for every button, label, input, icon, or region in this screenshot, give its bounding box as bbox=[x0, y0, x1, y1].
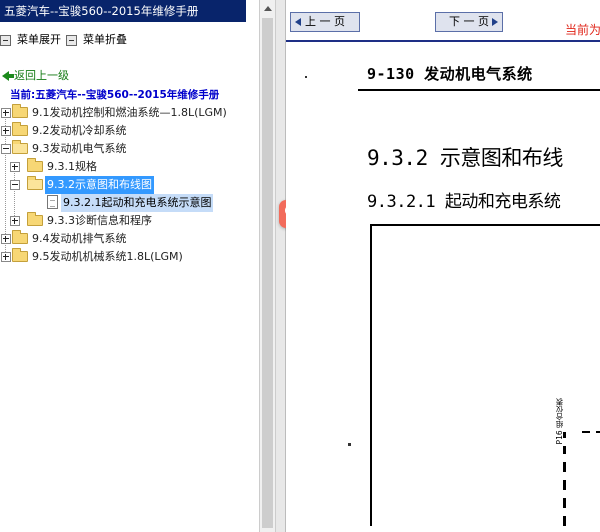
expand-toggle-icon[interactable] bbox=[10, 216, 20, 226]
page-header: 9-130 发动机电气系统 bbox=[367, 65, 533, 83]
tree-item-label: 9.2发动机冷却系统 bbox=[32, 124, 127, 137]
collapse-toggle-icon[interactable] bbox=[10, 180, 20, 190]
tree-item-label: 9.3.2.1起动和充电系统示意图 bbox=[61, 194, 214, 212]
folder-open-icon bbox=[12, 140, 28, 154]
expand-toggle-icon[interactable] bbox=[1, 108, 11, 118]
expand-icon bbox=[0, 34, 11, 46]
window-title: 五菱汽车--宝骏560--2015年维修手册 bbox=[0, 0, 246, 22]
next-page-button[interactable]: 下 一 页 bbox=[435, 12, 503, 32]
pane-splitter[interactable] bbox=[276, 0, 286, 532]
arrow-left-icon bbox=[295, 18, 301, 26]
folder-icon bbox=[12, 122, 28, 136]
tree-item-9-3-2-1[interactable]: 9.3.2.1起动和充电系统示意图 bbox=[0, 194, 259, 212]
prev-page-button[interactable]: 上 一 页 bbox=[290, 12, 360, 32]
tree-item-9-5[interactable]: 9.5发动机机械系统1.8L(LGM) bbox=[0, 248, 259, 266]
folder-icon bbox=[12, 104, 28, 118]
folder-icon bbox=[27, 212, 43, 226]
tree-item-9-3[interactable]: 9.3发动机电气系统 bbox=[0, 140, 259, 158]
expand-toggle-icon[interactable] bbox=[1, 126, 11, 136]
tree-item-9-2[interactable]: 9.2发动机冷却系统 bbox=[0, 122, 259, 140]
next-page-label: 下 一 页 bbox=[449, 15, 489, 28]
tree-item-9-3-1[interactable]: 9.3.1规格 bbox=[0, 158, 259, 176]
tree-item-label: 9.3.3诊断信息和程序 bbox=[47, 214, 152, 227]
folder-icon bbox=[12, 248, 28, 262]
scroll-up-icon[interactable] bbox=[264, 6, 272, 11]
folder-icon bbox=[12, 230, 28, 244]
navigation-scrollbar[interactable] bbox=[259, 0, 276, 532]
collapse-icon bbox=[66, 34, 77, 46]
tree-item-9-4[interactable]: 9.4发动机排气系统 bbox=[0, 230, 259, 248]
tree-item-label: 9.1发动机控制和燃油系统—1.8L(LGM) bbox=[32, 106, 227, 119]
document-icon bbox=[47, 195, 58, 209]
tree-item-9-3-3[interactable]: 9.3.3诊断信息和程序 bbox=[0, 212, 259, 230]
menu-collapse-label: 菜单折叠 bbox=[83, 33, 127, 46]
navigation-pane: 五菱汽车--宝骏560--2015年维修手册 菜单展开 菜单折叠 返回上一级 当… bbox=[0, 0, 259, 532]
folder-open-icon bbox=[27, 176, 43, 190]
arrow-right-icon bbox=[492, 18, 498, 26]
tree-item-9-1[interactable]: 9.1发动机控制和燃油系统—1.8L(LGM) bbox=[0, 104, 259, 122]
tree-item-label: 9.3.1规格 bbox=[47, 160, 97, 173]
subsection-title: 9.3.2.1 起动和充电系统 bbox=[367, 192, 561, 212]
tree-item-label: 9.3发动机电气系统 bbox=[32, 142, 127, 155]
tree-item-9-3-2[interactable]: 9.3.2示意图和布线图 bbox=[0, 176, 259, 194]
current-page-indicator: 当前为 bbox=[565, 23, 600, 37]
tree-item-label: 9.3.2示意图和布线图 bbox=[45, 176, 154, 194]
tree-item-label: 9.4发动机排气系统 bbox=[32, 232, 127, 245]
back-link-label: 返回上一级 bbox=[14, 69, 69, 82]
expand-toggle-icon[interactable] bbox=[1, 252, 11, 262]
document-viewer: 上 一 页 下 一 页 当前为 9-130 发动机电气系统 9.3.2 示意图和… bbox=[286, 0, 600, 532]
menu-collapse-button[interactable]: 菜单折叠 bbox=[66, 30, 127, 50]
page-navigation-bar: 上 一 页 下 一 页 当前为 bbox=[286, 0, 600, 42]
header-rule bbox=[358, 89, 600, 91]
section-title: 9.3.2 示意图和布线 bbox=[367, 146, 563, 170]
tree-item-label: 9.5发动机机械系统1.8L(LGM) bbox=[32, 250, 183, 263]
prev-page-label: 上 一 页 bbox=[305, 15, 345, 28]
menu-expand-label: 菜单展开 bbox=[17, 33, 61, 46]
current-location: 当前:五菱汽车--宝骏560--2015年维修手册 bbox=[10, 89, 220, 101]
expand-toggle-icon[interactable] bbox=[10, 162, 20, 172]
scrollbar-thumb[interactable] bbox=[262, 18, 273, 528]
folder-icon bbox=[27, 158, 43, 172]
expand-toggle-icon[interactable] bbox=[1, 234, 11, 244]
menu-expand-button[interactable]: 菜单展开 bbox=[0, 30, 61, 50]
collapse-toggle-icon[interactable] bbox=[1, 144, 11, 154]
